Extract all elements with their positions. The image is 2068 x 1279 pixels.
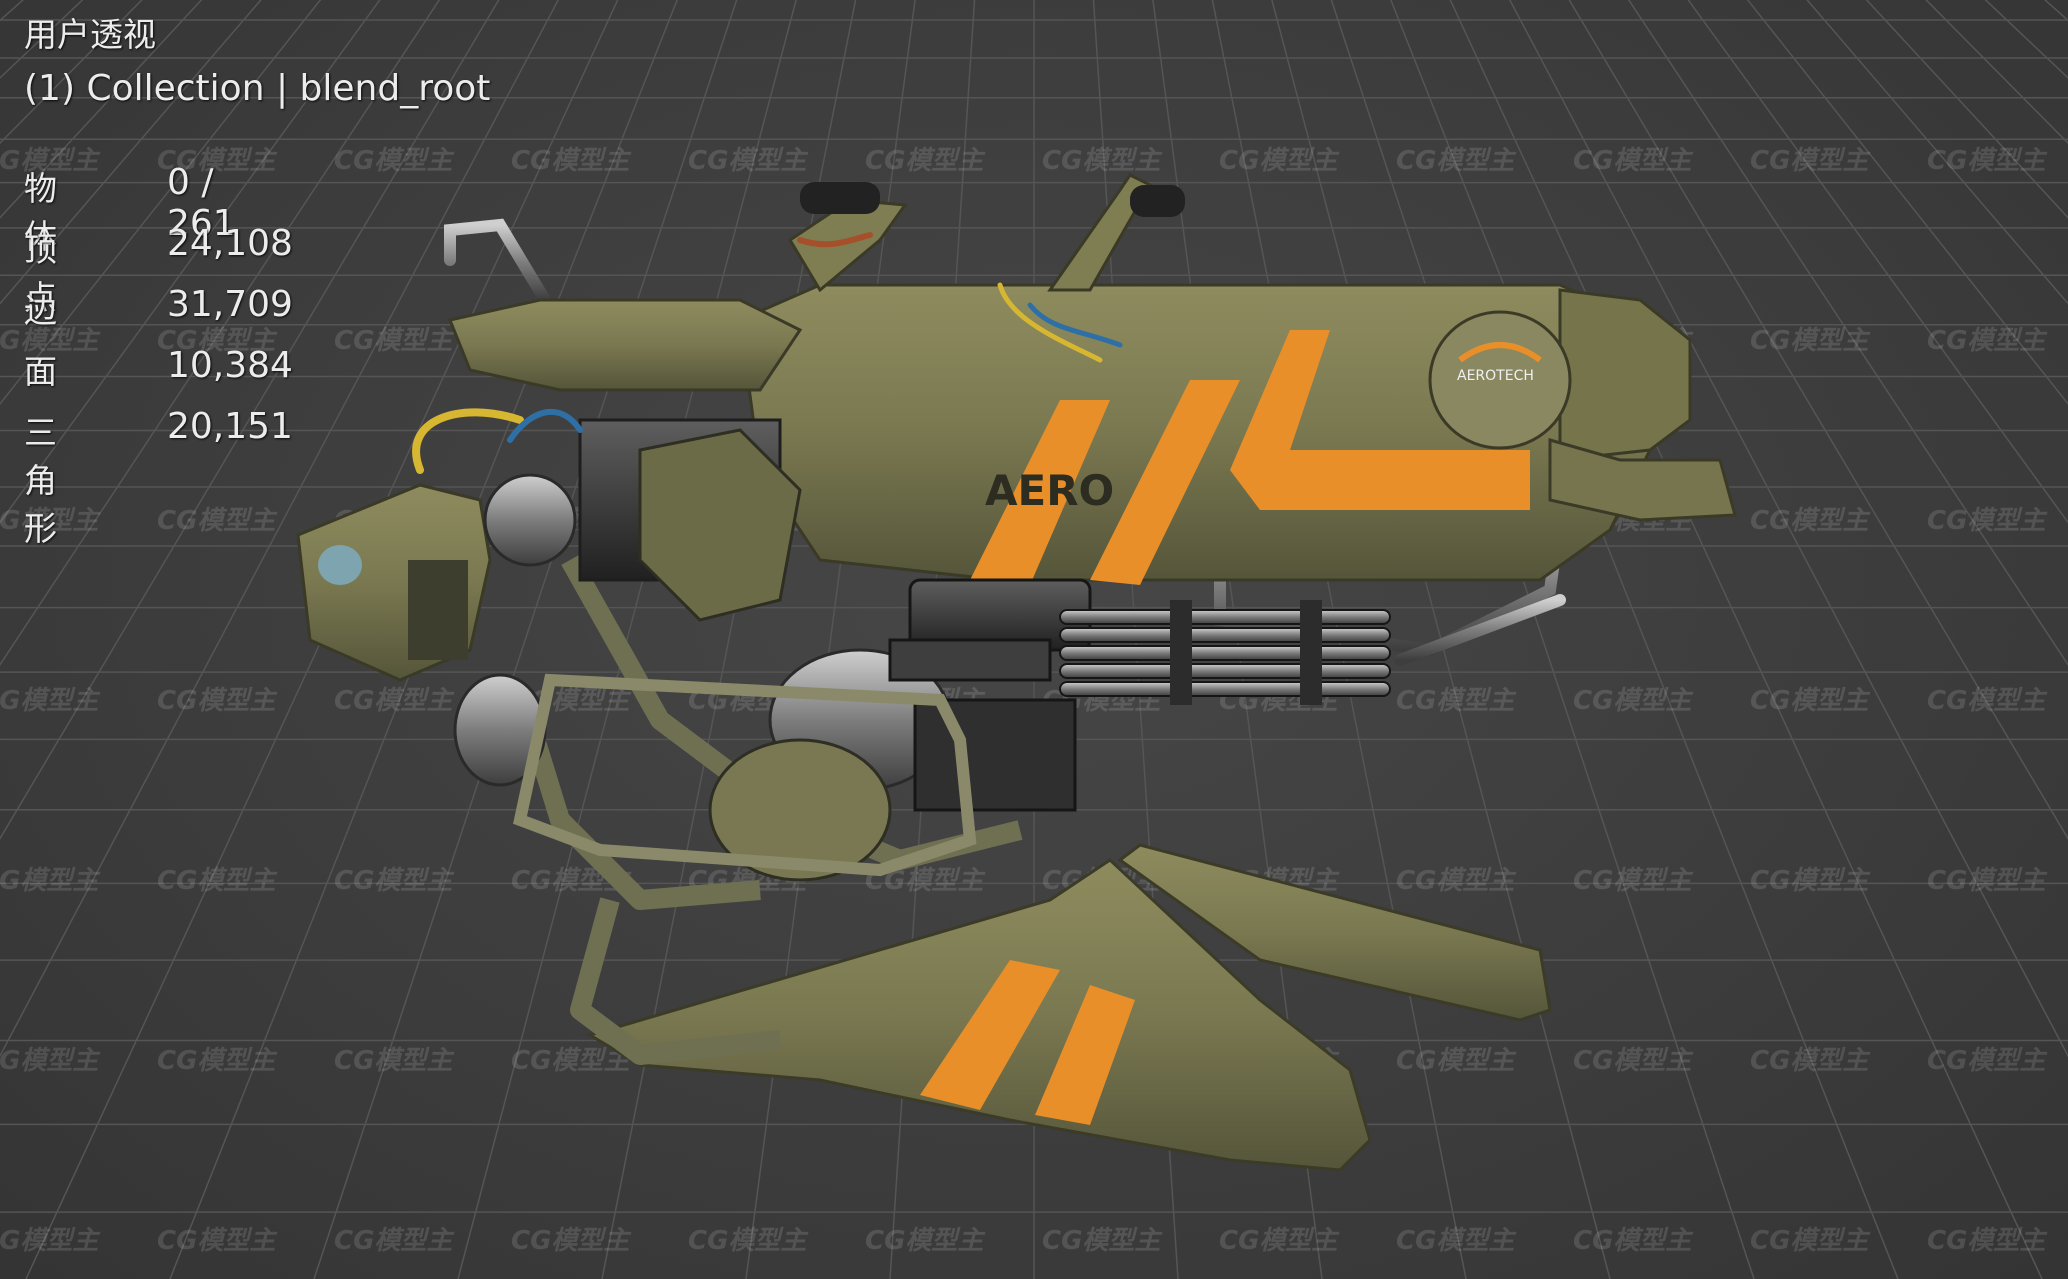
main-fuselage: AERO AEROTECH bbox=[738, 283, 1692, 585]
stat-label: 边 bbox=[24, 291, 57, 330]
aero-decal: AERO bbox=[985, 466, 1114, 515]
minigun bbox=[888, 578, 1391, 705]
collection-label: (1) Collection | blend_root bbox=[24, 68, 491, 109]
intake-pod bbox=[296, 483, 492, 682]
stat-value: 31,709 bbox=[167, 284, 293, 325]
stat-value: 10,384 bbox=[167, 345, 293, 386]
stat-value: 24,108 bbox=[167, 223, 293, 264]
stat-value: 20,151 bbox=[167, 406, 293, 447]
stat-label: 三角形 bbox=[24, 413, 57, 548]
stat-label: 面 bbox=[24, 352, 57, 391]
view-mode-label: 用户透视 bbox=[24, 15, 156, 54]
3d-viewport[interactable]: CG模型主CG模型主CG模型主CG模型主CG模型主CG模型主CG模型主CG模型主… bbox=[0, 0, 2068, 1279]
hoverbike-model[interactable]: AERO AEROTECH bbox=[0, 0, 2068, 1279]
aerotech-emblem: AEROTECH bbox=[1457, 368, 1534, 384]
